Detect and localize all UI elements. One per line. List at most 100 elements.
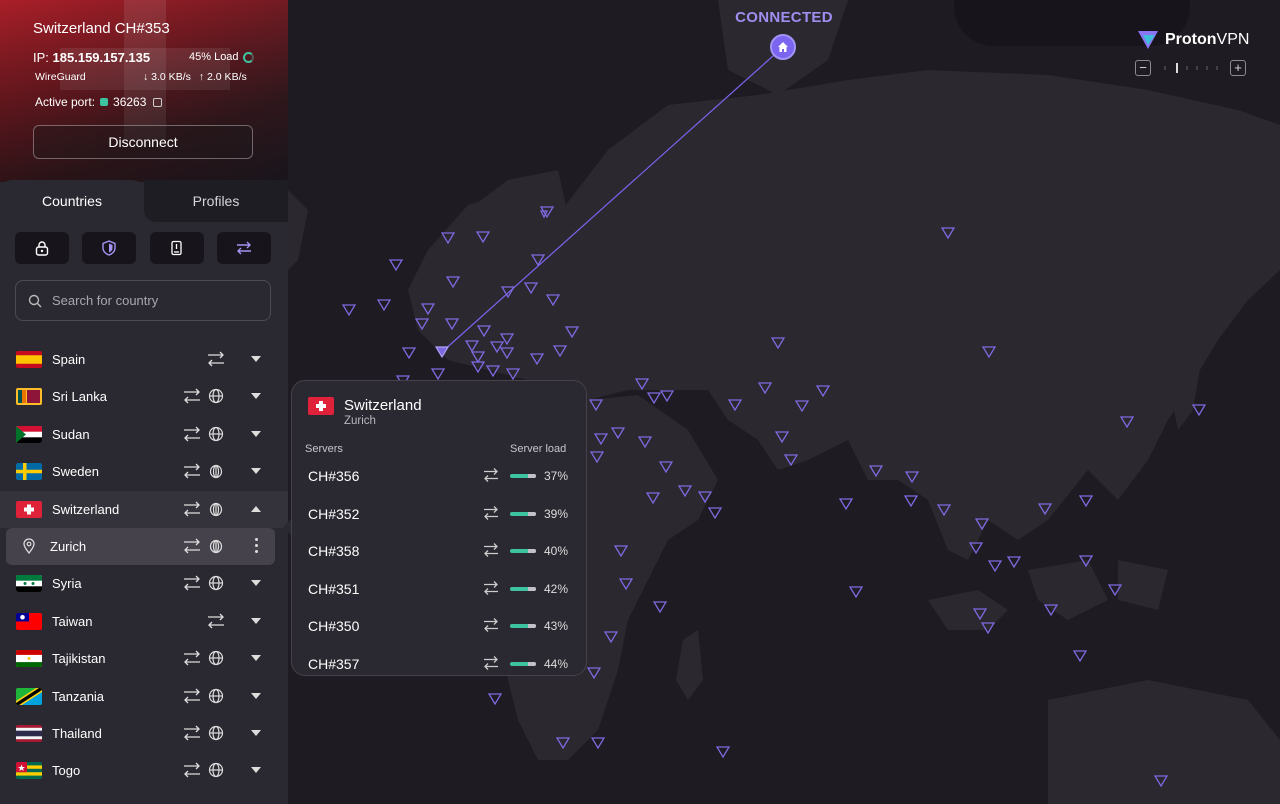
swap-arrows-icon (237, 241, 251, 255)
server-marker[interactable] (487, 693, 503, 706)
chevron-down-icon[interactable] (251, 692, 261, 699)
server-row[interactable]: CH#350 43% (292, 609, 586, 646)
server-marker[interactable] (646, 392, 662, 405)
zoom-ticks (1164, 63, 1218, 73)
server-marker[interactable] (848, 586, 864, 599)
chevron-down-icon[interactable] (251, 730, 261, 736)
server-marker[interactable] (903, 495, 919, 508)
country-item-tajikistan[interactable]: Tajikistan (0, 640, 288, 677)
server-row[interactable]: CH#356 37% (292, 459, 586, 496)
zoom-control[interactable]: − + (1135, 59, 1247, 77)
server-load-value: 40% (544, 544, 569, 559)
taiwan-flag-icon (16, 612, 42, 630)
server-marker[interactable] (1006, 556, 1022, 569)
search-input[interactable] (52, 293, 252, 308)
thailand-flag-icon (16, 725, 42, 742)
chevron-down-icon[interactable] (251, 580, 261, 587)
server-row[interactable]: CH#358 40% (292, 534, 586, 571)
disconnect-button[interactable]: Disconnect (33, 125, 253, 159)
country-item-thailand[interactable]: Thailand (0, 715, 288, 752)
server-load-value: 39% (544, 506, 569, 521)
switzerland-flag-icon (16, 500, 42, 518)
home-location-pin[interactable] (770, 34, 796, 60)
tab-countries[interactable]: Countries (0, 180, 144, 222)
sri-lanka-flag-icon (16, 388, 42, 406)
chevron-down-icon[interactable] (251, 393, 261, 400)
server-row[interactable]: CH#352 39% (292, 497, 586, 534)
tab-profiles[interactable]: Profiles (144, 180, 288, 222)
country-item-sri-lanka[interactable]: Sri Lanka (0, 378, 288, 415)
country-name: Thailand (52, 726, 102, 741)
connection-status: CONNECTED (735, 9, 833, 26)
chevron-down-icon[interactable] (251, 655, 261, 662)
p2p-icon (182, 649, 202, 672)
country-item-sweden[interactable]: Sweden (0, 453, 288, 490)
proton-logo-icon (1138, 31, 1158, 49)
sweden-flag-icon (16, 463, 42, 481)
filter-tor-button[interactable] (150, 232, 204, 264)
chevron-down-icon[interactable] (251, 356, 261, 362)
p2p-icon (182, 574, 202, 597)
copy-icon[interactable] (153, 97, 163, 107)
server-load-header: Server load (510, 443, 567, 455)
device-icon (171, 240, 182, 256)
country-item-taiwan[interactable]: Taiwan (0, 603, 288, 640)
server-marker[interactable] (590, 737, 606, 750)
port-label: Active port: (35, 95, 96, 109)
chevron-down-icon[interactable] (251, 430, 261, 437)
server-marker[interactable] (659, 390, 675, 403)
p2p-icon (182, 537, 202, 560)
feature-filters (15, 232, 271, 264)
lock-icon (35, 241, 49, 256)
country-item-togo[interactable]: Togo (0, 752, 288, 789)
load-bar (510, 549, 536, 554)
country-item-tanzania[interactable]: Tanzania (0, 678, 288, 715)
server-marker[interactable] (1072, 650, 1088, 663)
filter-secure-core-button[interactable] (15, 232, 69, 264)
country-item-switzerland[interactable]: Switzerland (0, 490, 288, 528)
server-row[interactable]: CH#357 44% (292, 647, 586, 675)
server-marker[interactable] (341, 304, 357, 317)
server-marker[interactable] (1191, 404, 1207, 417)
upload-arrow-icon: ↑ (198, 71, 208, 83)
globe-icon (208, 650, 224, 671)
ip-label: IP: (33, 50, 49, 65)
p2p-icon (482, 467, 500, 488)
popup-city-name: Zurich (344, 415, 376, 427)
server-marker[interactable] (430, 368, 446, 381)
chevron-down-icon[interactable] (251, 617, 261, 624)
download-arrow-icon: ↓ (143, 71, 152, 83)
server-marker[interactable] (388, 259, 404, 272)
zoom-track[interactable] (1159, 63, 1223, 73)
country-name: Sri Lanka (52, 389, 107, 405)
zoom-out-button[interactable]: − (1135, 60, 1151, 76)
filter-netshield-button[interactable] (82, 232, 136, 264)
more-options-icon[interactable] (255, 538, 259, 556)
country-name: Togo (52, 763, 81, 779)
server-marker[interactable] (987, 560, 1003, 573)
city-item-zurich[interactable]: Zurich (6, 528, 275, 565)
server-marker[interactable] (376, 299, 392, 312)
server-marker[interactable] (838, 498, 854, 511)
server-marker[interactable] (707, 507, 723, 520)
server-marker[interactable] (652, 601, 668, 614)
server-row[interactable]: CH#351 42% (292, 572, 586, 609)
filter-p2p-button[interactable] (217, 232, 271, 264)
country-item-spain[interactable]: Spain (0, 341, 288, 378)
connection-card: Switzerland CH#353 IP: 185.159.157.135 4… (0, 0, 288, 182)
p2p-icon (182, 462, 202, 485)
server-marker[interactable] (401, 347, 417, 360)
server-marker[interactable] (715, 746, 731, 759)
zoom-in-button[interactable]: + (1230, 60, 1246, 76)
globe-icon (208, 575, 224, 596)
p2p-icon (182, 500, 202, 523)
chevron-up-icon[interactable] (251, 505, 261, 512)
country-item-syria[interactable]: Syria (0, 565, 288, 602)
search-country[interactable] (15, 280, 271, 321)
tajikistan-flag-icon (16, 650, 42, 668)
chevron-down-icon[interactable] (251, 767, 261, 774)
server-marker[interactable] (1078, 495, 1094, 508)
shield-icon (102, 240, 116, 256)
chevron-down-icon[interactable] (251, 468, 261, 475)
country-item-sudan[interactable]: Sudan (0, 416, 288, 453)
